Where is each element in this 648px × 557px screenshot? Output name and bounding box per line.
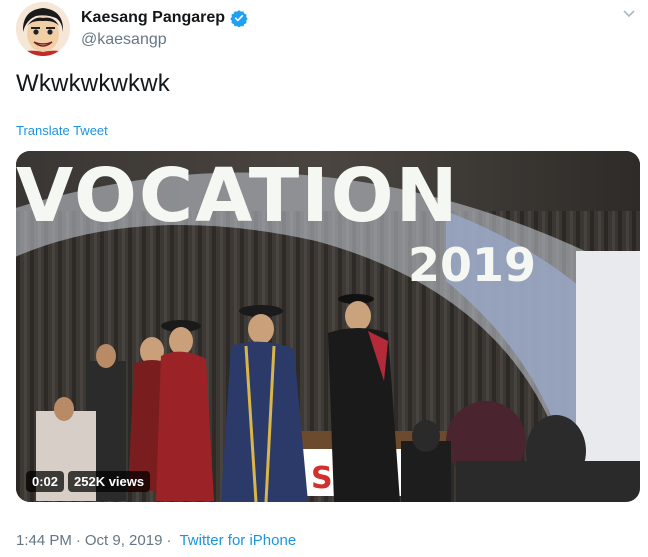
video-views-badge: 252K views	[68, 471, 151, 492]
display-name[interactable]: Kaesang Pangarep	[81, 9, 225, 27]
tweet-source-link[interactable]: Twitter for iPhone	[179, 532, 296, 549]
tweet-card: Kaesang Pangarep @kaesangp Wkwkwkwkwk Tr…	[0, 0, 648, 557]
chevron-down-icon[interactable]	[622, 9, 636, 19]
translate-tweet-link[interactable]: Translate Tweet	[16, 123, 108, 138]
tweet-time[interactable]: 1:44 PM	[16, 532, 72, 549]
meta-separator-2: ·	[166, 532, 172, 549]
tweet-meta: 1:44 PM · Oct 9, 2019 · Twitter for iPho…	[16, 532, 296, 549]
cartoon-face-avatar-icon	[16, 2, 70, 56]
video-player[interactable]: VOCATION 2019 SUSS	[16, 151, 640, 502]
tweet-text: Wkwkwkwkwk	[16, 70, 170, 97]
meta-separator: ·	[75, 532, 81, 549]
avatar[interactable]	[16, 2, 70, 56]
video-duration-badge: 0:02	[26, 471, 65, 492]
name-row: Kaesang Pangarep	[81, 9, 248, 28]
banner-text: VOCATION	[16, 153, 460, 239]
video-frame: VOCATION 2019 SUSS	[16, 151, 640, 502]
banner-year: 2019	[408, 238, 536, 292]
verified-badge-icon	[230, 9, 248, 28]
user-handle[interactable]: @kaesangp	[81, 31, 167, 49]
tweet-date[interactable]: Oct 9, 2019	[85, 532, 163, 549]
